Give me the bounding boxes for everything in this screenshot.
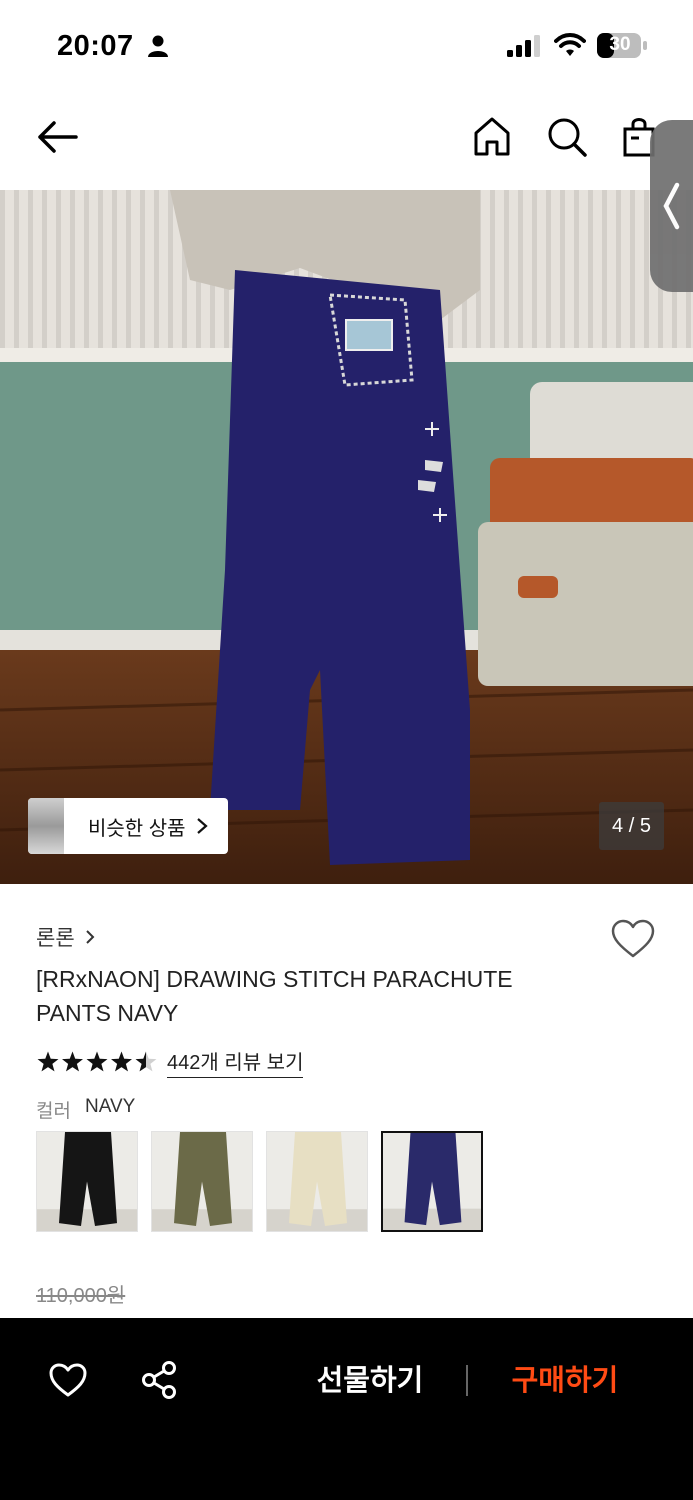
color-swatch[interactable]	[266, 1131, 368, 1232]
status-bar: 20:07 30	[0, 0, 693, 92]
star-filled	[37, 1051, 59, 1072]
chevron-right-icon	[196, 818, 208, 834]
bottom-action-bar: 선물하기 구매하기	[0, 1318, 693, 1500]
similar-products-label: 비슷한 상품	[88, 817, 186, 840]
similar-products-button[interactable]: 비슷한 상품	[28, 798, 228, 854]
wifi-icon	[554, 33, 586, 56]
person-icon	[148, 35, 168, 57]
product-photo	[0, 190, 693, 884]
image-page-indicator: 4 / 5	[599, 802, 664, 850]
share-icon[interactable]	[140, 1360, 178, 1400]
color-swatch[interactable]	[151, 1131, 253, 1232]
color-label: 컬러	[36, 1101, 71, 1122]
product-image-carousel[interactable]: 비슷한 상품 4 / 5	[0, 190, 693, 884]
gift-button[interactable]: 선물하기	[300, 1358, 440, 1404]
star-filled	[62, 1051, 83, 1072]
top-nav-bar	[0, 92, 693, 190]
star-filled	[111, 1051, 132, 1072]
chevron-left-icon	[663, 182, 680, 230]
cellular-signal-icon	[507, 35, 540, 57]
side-panel-tab[interactable]	[650, 120, 693, 292]
back-arrow-icon[interactable]	[34, 116, 80, 158]
color-row: 컬러 NAVY	[36, 1096, 135, 1123]
search-icon[interactable]	[546, 116, 588, 158]
color-swatch[interactable]	[381, 1131, 483, 1232]
status-time: 20:07	[57, 30, 134, 62]
brand-link[interactable]: 론론	[36, 922, 95, 952]
heart-icon[interactable]	[610, 918, 656, 960]
color-swatches	[36, 1131, 483, 1232]
battery-level: 30	[609, 34, 631, 55]
rating-row: 442개 리뷰 보기	[36, 1046, 304, 1078]
brand-name: 론론	[36, 927, 75, 950]
review-link[interactable]: 442개 리뷰 보기	[167, 1046, 304, 1078]
buy-button[interactable]: 구매하기	[495, 1358, 635, 1404]
star-rating	[37, 1051, 157, 1072]
divider	[466, 1365, 468, 1396]
color-value: NAVY	[84, 1096, 136, 1117]
original-price: 110,000원	[36, 1285, 126, 1307]
heart-icon[interactable]	[48, 1362, 88, 1398]
product-title: [RRxNAON] DRAWING STITCH PARACHUTE PANTS…	[36, 966, 513, 1026]
home-icon[interactable]	[472, 116, 512, 158]
color-swatch[interactable]	[36, 1131, 138, 1232]
chevron-right-icon	[85, 930, 95, 944]
similar-products-thumbnail	[28, 798, 64, 854]
star-filled	[86, 1051, 108, 1072]
